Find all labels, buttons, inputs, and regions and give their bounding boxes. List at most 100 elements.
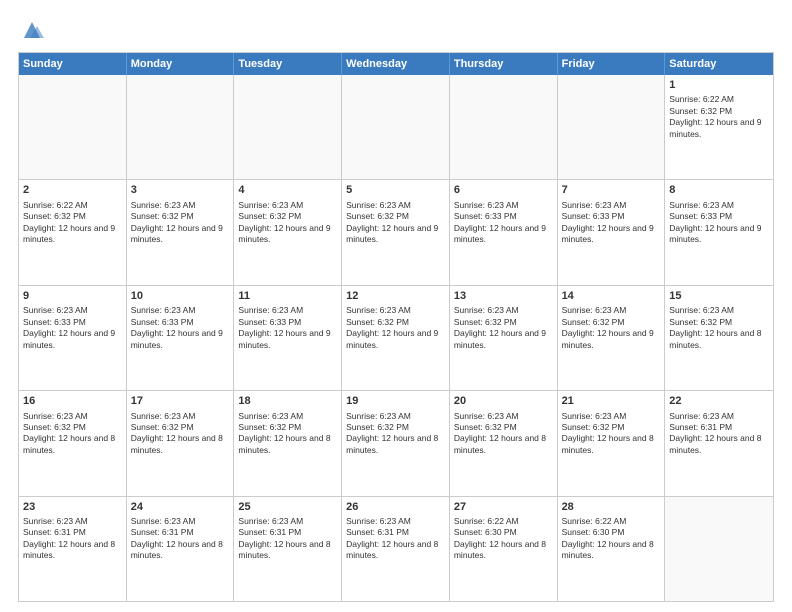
calendar-row-4: 23Sunrise: 6:23 AM Sunset: 6:31 PM Dayli… — [19, 496, 773, 601]
day-info-text: Sunrise: 6:23 AM Sunset: 6:32 PM Dayligh… — [454, 305, 553, 351]
weekday-header-wednesday: Wednesday — [342, 53, 450, 75]
day-info-text: Sunrise: 6:23 AM Sunset: 6:32 PM Dayligh… — [669, 305, 769, 351]
calendar-cell: 2 Sunrise: 6:22 AM Sunset: 6:32 PM Daylig… — [19, 180, 127, 284]
day-number: 21 — [562, 394, 661, 408]
day-info-text: Sunrise: 6:23 AM Sunset: 6:33 PM Dayligh… — [562, 200, 661, 246]
day-info-text: Sunrise: 6:23 AM Sunset: 6:32 PM Dayligh… — [346, 411, 445, 457]
day-number: 10 — [131, 289, 230, 303]
day-info-text: Sunrise: 6:23 AM Sunset: 6:32 PM Dayligh… — [562, 411, 661, 457]
day-number: 24 — [131, 500, 230, 514]
day-info-text: Sunrise: 6:23 AM Sunset: 6:32 PM Dayligh… — [562, 305, 661, 351]
day-number: 13 — [454, 289, 553, 303]
calendar-cell: 16 Sunrise: 6:23 AM Sunset: 6:32 PM Dayli… — [19, 391, 127, 495]
calendar-cell: 13 Sunrise: 6:23 AM Sunset: 6:32 PM Dayli… — [450, 286, 558, 390]
calendar-cell: 18Sunrise: 6:23 AM Sunset: 6:32 PM Dayli… — [234, 391, 342, 495]
day-info-text: Sunrise: 6:23 AM Sunset: 6:31 PM Dayligh… — [23, 516, 122, 562]
day-number: 25 — [238, 500, 337, 514]
calendar-cell: 3Sunrise: 6:23 AM Sunset: 6:32 PM Daylig… — [127, 180, 235, 284]
calendar-cell — [342, 75, 450, 179]
calendar-row-3: 16 Sunrise: 6:23 AM Sunset: 6:32 PM Dayli… — [19, 390, 773, 495]
calendar-cell: 17 Sunrise: 6:23 AM Sunset: 6:32 PM Dayli… — [127, 391, 235, 495]
calendar-cell — [127, 75, 235, 179]
day-info-text: Sunrise: 6:23 AM Sunset: 6:32 PM Dayligh… — [238, 411, 337, 457]
day-number: 9 — [23, 289, 122, 303]
weekday-header-sunday: Sunday — [19, 53, 127, 75]
calendar-cell — [558, 75, 666, 179]
calendar-cell: 9 Sunrise: 6:23 AM Sunset: 6:33 PM Daylig… — [19, 286, 127, 390]
day-info-text: Sunrise: 6:23 AM Sunset: 6:33 PM Dayligh… — [669, 200, 769, 246]
weekday-header-monday: Monday — [127, 53, 235, 75]
day-number: 7 — [562, 183, 661, 197]
day-info-text: Sunrise: 6:23 AM Sunset: 6:32 PM Dayligh… — [346, 305, 445, 351]
calendar-cell — [450, 75, 558, 179]
day-info-text: Sunrise: 6:23 AM Sunset: 6:31 PM Dayligh… — [238, 516, 337, 562]
day-info-text: Sunrise: 6:23 AM Sunset: 6:33 PM Dayligh… — [131, 305, 230, 351]
calendar-cell: 4Sunrise: 6:23 AM Sunset: 6:32 PM Daylig… — [234, 180, 342, 284]
day-number: 19 — [346, 394, 445, 408]
calendar: SundayMondayTuesdayWednesdayThursdayFrid… — [18, 52, 774, 602]
calendar-cell: 20 Sunrise: 6:23 AM Sunset: 6:32 PM Dayli… — [450, 391, 558, 495]
day-number: 2 — [23, 183, 122, 197]
day-info-text: Sunrise: 6:22 AM Sunset: 6:30 PM Dayligh… — [454, 516, 553, 562]
calendar-cell: 15 Sunrise: 6:23 AM Sunset: 6:32 PM Dayli… — [665, 286, 773, 390]
day-info-text: Sunrise: 6:23 AM Sunset: 6:32 PM Dayligh… — [238, 200, 337, 246]
calendar-cell: 24 Sunrise: 6:23 AM Sunset: 6:31 PM Dayli… — [127, 497, 235, 601]
day-info-text: Sunrise: 6:23 AM Sunset: 6:31 PM Dayligh… — [131, 516, 230, 562]
day-info-text: Sunrise: 6:22 AM Sunset: 6:32 PM Dayligh… — [669, 94, 769, 140]
day-number: 14 — [562, 289, 661, 303]
day-number: 1 — [669, 78, 769, 92]
day-info-text: Sunrise: 6:23 AM Sunset: 6:32 PM Dayligh… — [131, 411, 230, 457]
calendar-cell: 1 Sunrise: 6:22 AM Sunset: 6:32 PM Daylig… — [665, 75, 773, 179]
calendar-cell — [665, 497, 773, 601]
calendar-cell: 10 Sunrise: 6:23 AM Sunset: 6:33 PM Dayli… — [127, 286, 235, 390]
day-number: 22 — [669, 394, 769, 408]
day-number: 11 — [238, 289, 337, 303]
day-number: 3 — [131, 183, 230, 197]
logo-icon — [20, 18, 44, 42]
day-info-text: Sunrise: 6:23 AM Sunset: 6:31 PM Dayligh… — [346, 516, 445, 562]
calendar-cell: 28 Sunrise: 6:22 AM Sunset: 6:30 PM Dayli… — [558, 497, 666, 601]
calendar-cell: 26 Sunrise: 6:23 AM Sunset: 6:31 PM Dayli… — [342, 497, 450, 601]
calendar-cell: 27 Sunrise: 6:22 AM Sunset: 6:30 PM Dayli… — [450, 497, 558, 601]
calendar-cell: 23Sunrise: 6:23 AM Sunset: 6:31 PM Dayli… — [19, 497, 127, 601]
day-info-text: Sunrise: 6:23 AM Sunset: 6:31 PM Dayligh… — [669, 411, 769, 457]
day-number: 8 — [669, 183, 769, 197]
day-info-text: Sunrise: 6:23 AM Sunset: 6:32 PM Dayligh… — [23, 411, 122, 457]
calendar-cell — [234, 75, 342, 179]
calendar-row-2: 9 Sunrise: 6:23 AM Sunset: 6:33 PM Daylig… — [19, 285, 773, 390]
day-info-text: Sunrise: 6:23 AM Sunset: 6:33 PM Dayligh… — [23, 305, 122, 351]
calendar-cell: 14 Sunrise: 6:23 AM Sunset: 6:32 PM Dayli… — [558, 286, 666, 390]
day-number: 16 — [23, 394, 122, 408]
weekday-header-friday: Friday — [558, 53, 666, 75]
day-info-text: Sunrise: 6:23 AM Sunset: 6:32 PM Dayligh… — [454, 411, 553, 457]
weekday-header-thursday: Thursday — [450, 53, 558, 75]
day-number: 27 — [454, 500, 553, 514]
day-number: 26 — [346, 500, 445, 514]
day-number: 28 — [562, 500, 661, 514]
calendar-cell: 21 Sunrise: 6:23 AM Sunset: 6:32 PM Dayli… — [558, 391, 666, 495]
day-number: 5 — [346, 183, 445, 197]
day-number: 12 — [346, 289, 445, 303]
day-number: 15 — [669, 289, 769, 303]
day-number: 20 — [454, 394, 553, 408]
calendar-cell: 11 Sunrise: 6:23 AM Sunset: 6:33 PM Dayli… — [234, 286, 342, 390]
day-number: 17 — [131, 394, 230, 408]
calendar-cell: 19 Sunrise: 6:23 AM Sunset: 6:32 PM Dayli… — [342, 391, 450, 495]
day-info-text: Sunrise: 6:22 AM Sunset: 6:30 PM Dayligh… — [562, 516, 661, 562]
calendar-cell: 12 Sunrise: 6:23 AM Sunset: 6:32 PM Dayli… — [342, 286, 450, 390]
calendar-cell: 25 Sunrise: 6:23 AM Sunset: 6:31 PM Dayli… — [234, 497, 342, 601]
day-info-text: Sunrise: 6:22 AM Sunset: 6:32 PM Dayligh… — [23, 200, 122, 246]
calendar-row-1: 2 Sunrise: 6:22 AM Sunset: 6:32 PM Daylig… — [19, 179, 773, 284]
calendar-cell: 8 Sunrise: 6:23 AM Sunset: 6:33 PM Daylig… — [665, 180, 773, 284]
calendar-row-0: 1 Sunrise: 6:22 AM Sunset: 6:32 PM Daylig… — [19, 75, 773, 179]
calendar-cell: 22 Sunrise: 6:23 AM Sunset: 6:31 PM Dayli… — [665, 391, 773, 495]
page: SundayMondayTuesdayWednesdayThursdayFrid… — [0, 0, 792, 612]
calendar-cell: 5 Sunrise: 6:23 AM Sunset: 6:32 PM Daylig… — [342, 180, 450, 284]
calendar-cell: 6Sunrise: 6:23 AM Sunset: 6:33 PM Daylig… — [450, 180, 558, 284]
calendar-body: 1 Sunrise: 6:22 AM Sunset: 6:32 PM Daylig… — [19, 75, 773, 601]
calendar-cell — [19, 75, 127, 179]
weekday-header-tuesday: Tuesday — [234, 53, 342, 75]
day-info-text: Sunrise: 6:23 AM Sunset: 6:32 PM Dayligh… — [346, 200, 445, 246]
logo — [18, 18, 44, 42]
day-info-text: Sunrise: 6:23 AM Sunset: 6:33 PM Dayligh… — [238, 305, 337, 351]
